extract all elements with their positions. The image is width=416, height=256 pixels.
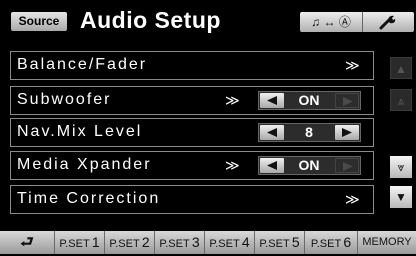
right-arrow-button[interactable] [335, 158, 359, 173]
left-arrow-button[interactable] [260, 158, 284, 173]
row-nav-mix-level[interactable]: Nav.Mix Level 8 [10, 118, 374, 147]
decrease-button[interactable] [260, 125, 284, 140]
double-chevron-right-icon[interactable]: ≫ [225, 92, 240, 109]
nav-mix-level-stepper: 8 [258, 123, 361, 142]
scroll-top-button[interactable]: ▲ [390, 57, 412, 79]
subwoofer-value: ON [298, 92, 320, 108]
preset-5-button[interactable]: P.SET 5 [255, 231, 305, 254]
row-balance-fader[interactable]: Balance/Fader ≫ [10, 51, 374, 80]
row-label: Media Xpander [17, 156, 152, 173]
row-media-xpander[interactable]: Media Xpander ≫ ON [10, 151, 374, 180]
nav-mix-level-value: 8 [305, 124, 313, 140]
back-arrow-icon: ⮐ [20, 234, 34, 251]
page-down-button[interactable]: ⩔ [390, 156, 412, 178]
row-label: Nav.Mix Level [17, 123, 143, 140]
row-time-correction[interactable]: Time Correction ≫ [10, 185, 374, 214]
preset-6-button[interactable]: P.SET 6 [305, 231, 358, 254]
preset-2-button[interactable]: P.SET 2 [105, 231, 155, 254]
preset-4-button[interactable]: P.SET 4 [205, 231, 255, 254]
scroll-bottom-button[interactable]: ▼ [390, 186, 412, 208]
header-bar: Source Audio Setup ♫ ↔ Ⓐ [0, 0, 416, 44]
increase-button[interactable] [335, 125, 359, 140]
preset-3-button[interactable]: P.SET 3 [155, 231, 205, 254]
double-chevron-right-icon: ≫ [345, 191, 360, 207]
right-arrow-button[interactable] [335, 93, 359, 108]
double-chevron-right-icon[interactable]: ≫ [225, 157, 240, 174]
page-up-button[interactable]: ⩓ [390, 89, 412, 111]
sound-mode-icon[interactable]: ♫ ↔ Ⓐ [300, 12, 362, 32]
left-arrow-button[interactable] [260, 93, 284, 108]
row-subwoofer[interactable]: Subwoofer ≫ ON [10, 86, 374, 115]
media-xpander-toggle: ON [258, 156, 361, 175]
page-title: Audio Setup [80, 7, 221, 33]
source-button[interactable]: Source [11, 12, 67, 31]
tools-group: ♫ ↔ Ⓐ [300, 12, 414, 32]
media-xpander-value: ON [298, 157, 320, 173]
double-chevron-right-icon: ≫ [345, 57, 360, 73]
preset-bar: ⮐ P.SET 1 P.SET 2 P.SET 3 P.SET 4 P.SET … [0, 231, 416, 254]
back-button[interactable]: ⮐ [0, 231, 55, 254]
preset-1-button[interactable]: P.SET 1 [55, 231, 105, 254]
row-label: Balance/Fader [17, 56, 148, 73]
wrench-icon[interactable] [362, 12, 414, 32]
subwoofer-toggle: ON [258, 91, 361, 110]
row-label: Time Correction [17, 190, 161, 207]
memory-button[interactable]: MEMORY [358, 231, 416, 254]
row-label: Subwoofer [17, 91, 112, 108]
